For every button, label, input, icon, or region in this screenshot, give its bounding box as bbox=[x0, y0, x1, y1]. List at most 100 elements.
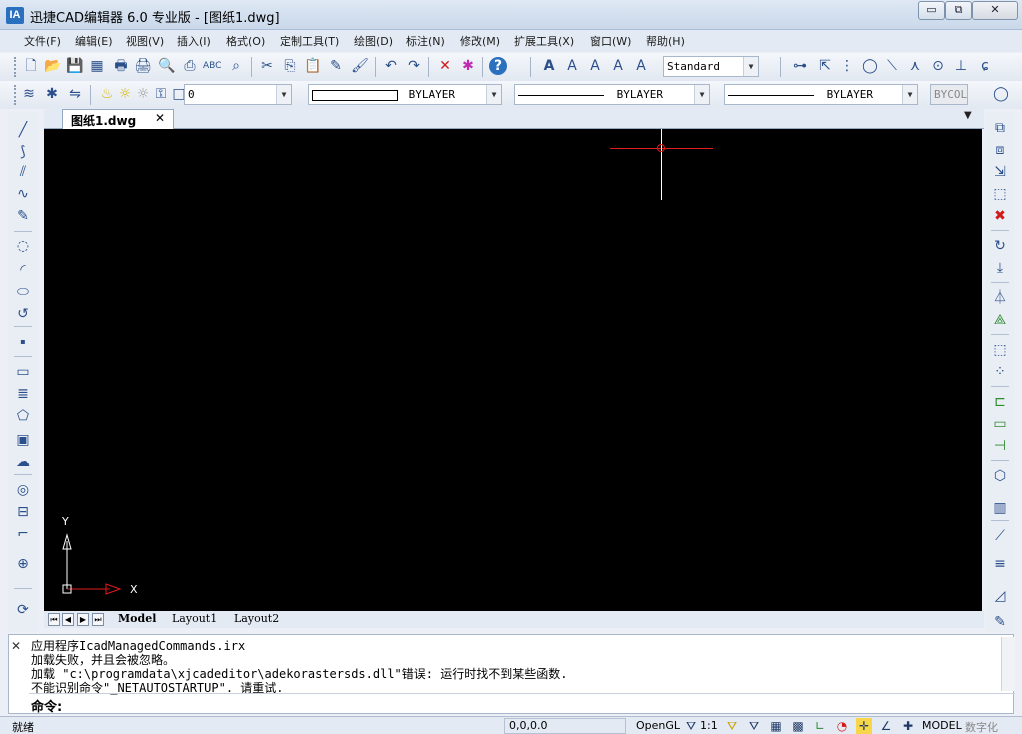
layer-manager-icon[interactable]: ≋ bbox=[20, 85, 38, 103]
snap-icon[interactable]: ▦ bbox=[768, 718, 784, 734]
table-icon[interactable]: ⊟ bbox=[12, 502, 34, 522]
layer-viewport-icon[interactable]: ☼ bbox=[134, 85, 152, 103]
menu-help[interactable]: 帮助(H) bbox=[646, 33, 685, 49]
linetype-select[interactable]: BYLAYER ▼ bbox=[514, 84, 710, 105]
ortho-icon[interactable]: ∟ bbox=[812, 718, 828, 734]
new-file-icon[interactable]: 🗋 bbox=[22, 57, 40, 75]
tab-layout1[interactable]: Layout1 bbox=[172, 612, 217, 625]
polygon-icon[interactable]: ⬠ bbox=[12, 406, 34, 426]
layer-on-bulb-icon[interactable]: ♨ bbox=[98, 85, 116, 103]
menu-file[interactable]: 文件(F) bbox=[24, 33, 61, 49]
toolbar-grip[interactable] bbox=[14, 85, 17, 105]
tab-model[interactable]: Model bbox=[118, 612, 156, 625]
plotstyle-select[interactable]: BYCOL bbox=[930, 84, 968, 105]
text-style-select[interactable]: Standard ▼ bbox=[663, 56, 759, 77]
first-tab-icon[interactable]: ⏮ bbox=[48, 613, 60, 626]
edit-text-icon[interactable]: A bbox=[609, 57, 627, 75]
layer-lock-icon[interactable]: ⚿ bbox=[152, 85, 170, 103]
print-preview-icon[interactable]: 🔍 bbox=[158, 57, 176, 75]
rectangle-icon[interactable]: ▭ bbox=[12, 362, 34, 382]
3d-box-icon[interactable]: ⬡ bbox=[989, 466, 1011, 486]
find-icon[interactable]: ⌕ bbox=[227, 57, 245, 75]
circle-icon[interactable]: ◌ bbox=[12, 236, 34, 256]
dim-baseline-icon[interactable]: ⊥ bbox=[952, 57, 970, 75]
digitizer-toggle[interactable]: 数字化 bbox=[965, 719, 998, 734]
minimize-button[interactable]: ▭ bbox=[918, 1, 945, 20]
model-space-toggle[interactable]: MODEL bbox=[922, 719, 962, 732]
menu-format[interactable]: 格式(O) bbox=[226, 33, 265, 49]
undo-icon[interactable]: ↶ bbox=[382, 57, 400, 75]
plot-icon[interactable]: 🖶 bbox=[112, 57, 130, 75]
mirror-icon[interactable]: ⏃ bbox=[989, 288, 1011, 308]
otrack-icon[interactable]: ∠ bbox=[878, 718, 894, 734]
copy-icon[interactable]: ⎘ bbox=[281, 57, 299, 75]
tabs-dropdown-icon[interactable]: ▼ bbox=[964, 110, 972, 121]
layer-previous-icon[interactable]: ⇋ bbox=[66, 85, 84, 103]
next-tab-icon[interactable]: ▶ bbox=[77, 613, 89, 626]
arc-icon[interactable]: ◜ bbox=[12, 260, 34, 280]
tab-drawing1[interactable]: 图纸1.dwg ✕ bbox=[62, 109, 174, 129]
close-command-icon[interactable]: ✕ bbox=[11, 639, 21, 653]
dim-aligned-icon[interactable]: ⇱ bbox=[816, 57, 834, 75]
layer-thaw-sun-icon[interactable]: ☼ bbox=[116, 85, 134, 103]
grid-icon[interactable]: ▩ bbox=[790, 718, 806, 734]
spellcheck-icon[interactable]: ABC bbox=[203, 57, 221, 75]
menu-tools[interactable]: 定制工具(T) bbox=[280, 33, 339, 49]
hatch-icon[interactable]: ≣ bbox=[12, 384, 34, 404]
auto-scale-icon[interactable]: ⛛ bbox=[746, 718, 762, 734]
trim-icon[interactable]: ⊏ bbox=[989, 392, 1011, 412]
menu-view[interactable]: 视图(V) bbox=[126, 33, 164, 49]
paste-icon[interactable]: 📋 bbox=[304, 57, 322, 75]
select-window-icon[interactable]: ⬚ bbox=[989, 184, 1011, 204]
polar-icon[interactable]: ◔ bbox=[834, 718, 850, 734]
menu-modify[interactable]: 修改(M) bbox=[460, 33, 500, 49]
drawing-canvas[interactable]: Y X bbox=[44, 129, 982, 611]
publish-icon[interactable]: ⎙ bbox=[181, 57, 199, 75]
move-icon[interactable]: ⤓ bbox=[989, 258, 1011, 278]
find-text-icon[interactable]: A bbox=[632, 57, 650, 75]
annotation-scale-icon[interactable]: ⛛ bbox=[683, 718, 699, 734]
sketch-icon[interactable]: ✎ bbox=[12, 206, 34, 226]
color-select[interactable]: BYLAYER ▼ bbox=[308, 84, 502, 105]
dim-linear-icon[interactable]: ⊶ bbox=[791, 57, 809, 75]
match-properties-icon[interactable]: ✎ bbox=[327, 57, 345, 75]
insert-block-icon[interactable]: ⊕ bbox=[12, 554, 34, 574]
refresh-icon[interactable]: ⟳ bbox=[12, 600, 34, 620]
audit-icon[interactable]: ✱ bbox=[459, 57, 477, 75]
text-style-icon[interactable]: A bbox=[540, 57, 558, 75]
chevron-down-icon[interactable]: ▼ bbox=[902, 85, 917, 104]
ellipse-arc-icon[interactable]: ↺ bbox=[12, 304, 34, 324]
break-icon[interactable]: ⊣ bbox=[989, 436, 1011, 456]
save-all-icon[interactable]: ▦ bbox=[88, 57, 106, 75]
open-file-icon[interactable]: 📂 bbox=[44, 57, 62, 75]
extend-icon[interactable]: ▭ bbox=[989, 414, 1011, 434]
dim-center-icon[interactable]: ⊙ bbox=[929, 57, 947, 75]
coordinates-readout[interactable]: 0,0,0.0 bbox=[504, 718, 626, 734]
annotation-scale[interactable]: 1:1 bbox=[700, 719, 718, 732]
opengl-indicator[interactable]: OpenGL bbox=[636, 719, 680, 732]
chevron-down-icon[interactable]: ▼ bbox=[694, 85, 709, 104]
dim-continue-icon[interactable]: ɕ bbox=[976, 57, 994, 75]
fillet-modify-icon[interactable]: ◿ bbox=[989, 586, 1011, 606]
construction-line-icon[interactable]: ⟆ bbox=[12, 142, 34, 162]
menu-insert[interactable]: 插入(I) bbox=[177, 33, 211, 49]
donut-icon[interactable]: ◎ bbox=[12, 480, 34, 500]
help-icon[interactable]: ? bbox=[489, 57, 507, 75]
polyline-icon[interactable]: ∿ bbox=[12, 184, 34, 204]
stretch-icon[interactable]: ⇲ bbox=[989, 162, 1011, 182]
osnap-icon[interactable]: ✛ bbox=[856, 718, 872, 734]
offset-icon[interactable]: ⁘ bbox=[989, 362, 1011, 382]
restore-button[interactable]: ⧉ bbox=[945, 1, 972, 20]
chevron-down-icon[interactable]: ▼ bbox=[276, 85, 291, 104]
chevron-down-icon[interactable]: ▼ bbox=[486, 85, 501, 104]
chart-icon[interactable]: ▥ bbox=[989, 498, 1011, 518]
cut-icon[interactable]: ✂ bbox=[258, 57, 276, 75]
menu-extensions[interactable]: 扩展工具(X) bbox=[514, 33, 574, 49]
single-line-text-icon[interactable]: A bbox=[563, 57, 581, 75]
region-icon[interactable]: ▣ bbox=[12, 430, 34, 450]
prev-tab-icon[interactable]: ◀ bbox=[62, 613, 74, 626]
command-scrollbar[interactable] bbox=[1001, 637, 1015, 691]
save-icon[interactable]: 💾 bbox=[66, 57, 84, 75]
dim-diameter-icon[interactable]: ⟍ bbox=[883, 57, 901, 75]
fillet-icon[interactable]: ⌐ bbox=[12, 524, 34, 544]
